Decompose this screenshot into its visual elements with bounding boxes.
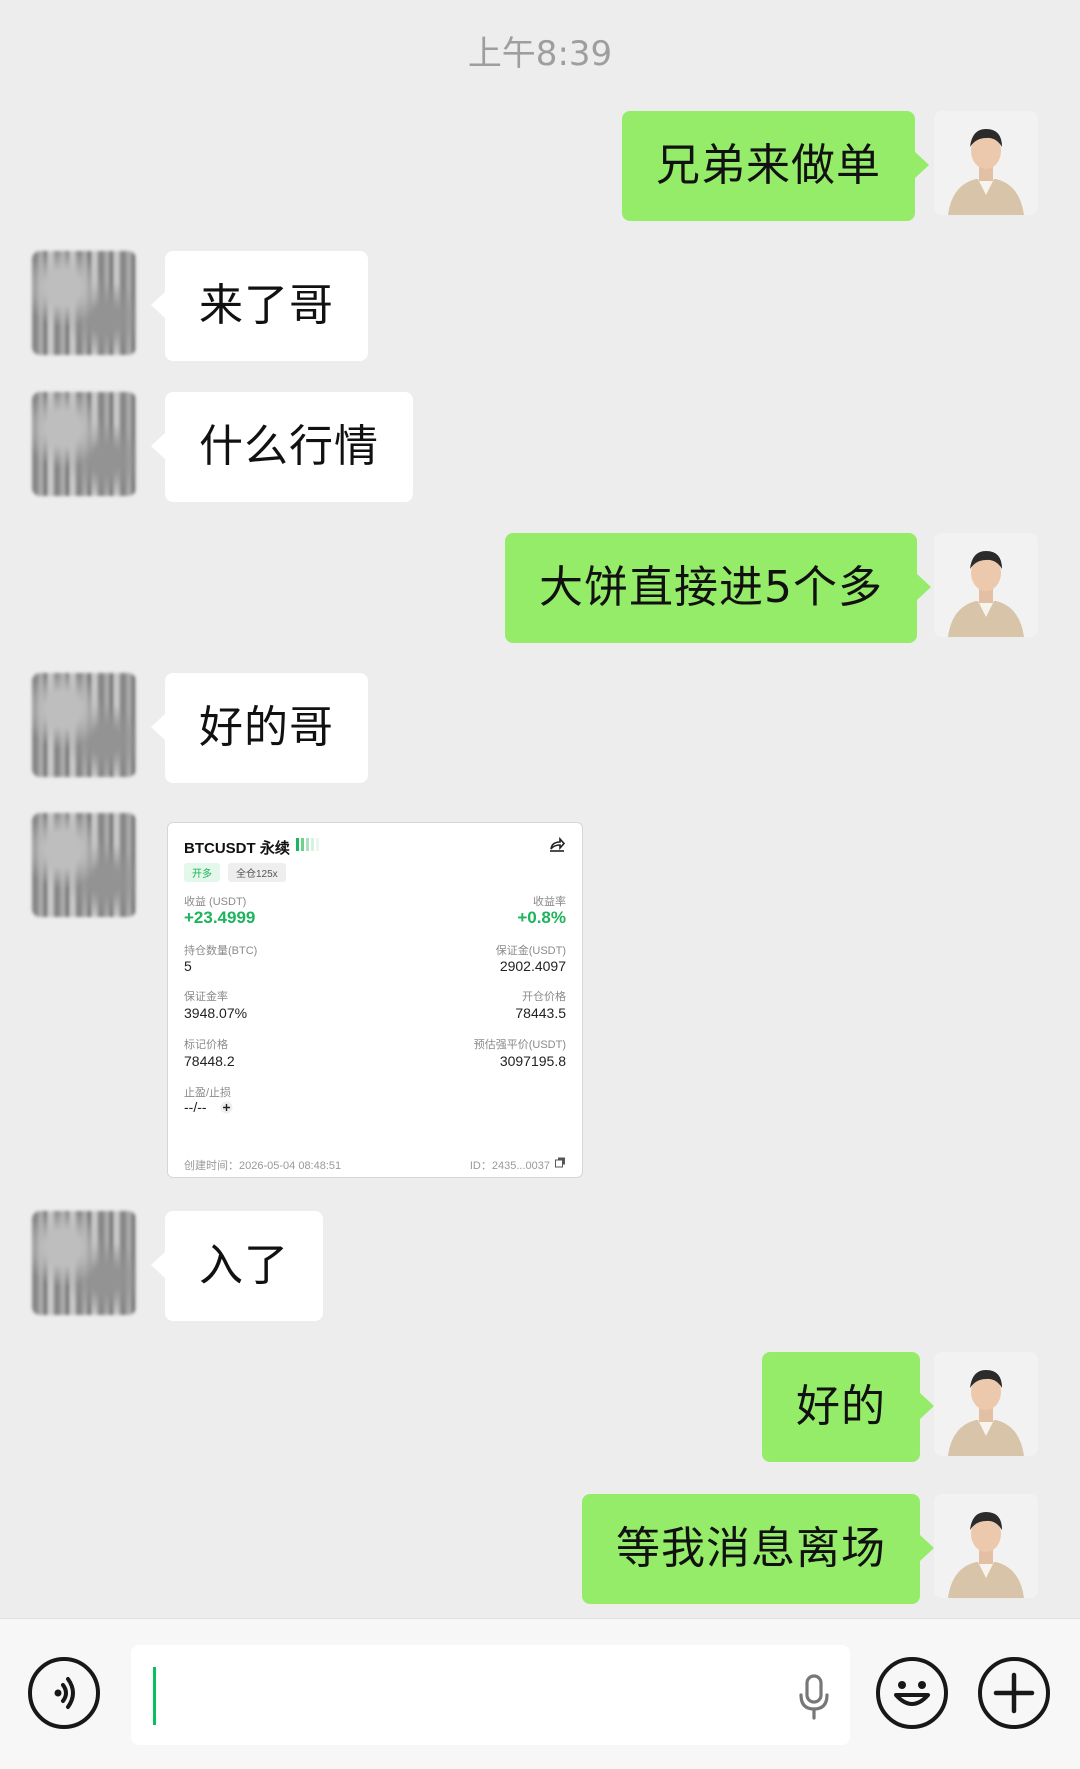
self-avatar[interactable]	[934, 1352, 1038, 1456]
microphone-icon[interactable]	[796, 1673, 832, 1721]
mark-price-label: 标记价格	[184, 1039, 228, 1051]
voice-toggle-icon[interactable]	[28, 1657, 100, 1729]
pnl-value: +23.4999	[184, 908, 256, 927]
symbol-title: BTCUSDT 永续	[184, 840, 290, 857]
contact-avatar[interactable]	[32, 251, 136, 355]
contact-avatar[interactable]	[32, 813, 136, 917]
direction-tag: 开多	[184, 863, 220, 882]
message-bubble-other[interactable]: 什么行情	[151, 392, 413, 502]
entry-price-value: 78443.5	[515, 1005, 566, 1021]
emoji-icon[interactable]	[876, 1657, 948, 1729]
contact-avatar[interactable]	[32, 392, 136, 496]
contact-avatar[interactable]	[32, 673, 136, 777]
person-avatar-image	[934, 111, 1038, 215]
message-bubble-self[interactable]: 兄弟来做单	[622, 111, 929, 221]
plus-icon[interactable]	[978, 1657, 1050, 1729]
pnl-label: 收益 (USDT)	[184, 896, 247, 908]
margin-ratio-value: 3948.07%	[184, 1005, 248, 1021]
margin-value: 2902.4097	[499, 958, 566, 974]
entry-price-label: 开仓价格	[522, 991, 566, 1003]
liquidation-price-value: 3097195.8	[499, 1053, 566, 1069]
message-bubble-other[interactable]: 好的哥	[151, 673, 368, 783]
person-avatar-image	[934, 533, 1038, 637]
message-bubble-other[interactable]: 来了哥	[151, 251, 368, 361]
position-screenshot-image[interactable]: BTCUSDT 永续 开多 全仓125x 收益 (USDT) +23.4999 …	[167, 822, 583, 1178]
roi-value: +0.8%	[517, 908, 566, 927]
mark-price-value: 78448.2	[184, 1053, 235, 1069]
person-avatar-image	[934, 1494, 1038, 1598]
message-bubble-other[interactable]: 入了	[151, 1211, 323, 1321]
copy-icon	[555, 1157, 565, 1168]
message-timestamp: 上午8:39	[467, 34, 613, 74]
margin-label: 保证金(USDT)	[495, 945, 566, 957]
self-avatar[interactable]	[934, 533, 1038, 637]
self-avatar[interactable]	[934, 111, 1038, 215]
text-caret	[153, 1667, 156, 1725]
chat-input-bar	[0, 1618, 1080, 1769]
tpsl-value: --/--	[184, 1099, 207, 1115]
message-bubble-self[interactable]: 大饼直接进5个多	[505, 533, 931, 643]
order-id: ID：2435...0037	[469, 1160, 550, 1172]
message-input[interactable]	[131, 1645, 850, 1745]
message-bubble-self[interactable]: 好的	[762, 1352, 934, 1462]
size-label: 持仓数量(BTC)	[184, 945, 258, 957]
share-icon	[550, 836, 566, 852]
person-avatar-image	[934, 1352, 1038, 1456]
add-tpsl-icon	[220, 1101, 233, 1114]
margin-mode-tag: 全仓125x	[228, 863, 286, 882]
margin-ratio-label: 保证金率	[184, 991, 228, 1003]
size-value: 5	[184, 958, 192, 974]
contact-avatar[interactable]	[32, 1211, 136, 1315]
tpsl-label: 止盈/止损	[184, 1087, 232, 1099]
message-bubble-self[interactable]: 等我消息离场	[582, 1494, 934, 1604]
signal-bars-icon	[296, 838, 319, 851]
roi-label: 收益率	[533, 896, 566, 908]
created-time: 创建时间：2026-05-04 08:48:51	[184, 1160, 342, 1172]
self-avatar[interactable]	[934, 1494, 1038, 1598]
liquidation-price-label: 预估强平价(USDT)	[473, 1039, 566, 1051]
